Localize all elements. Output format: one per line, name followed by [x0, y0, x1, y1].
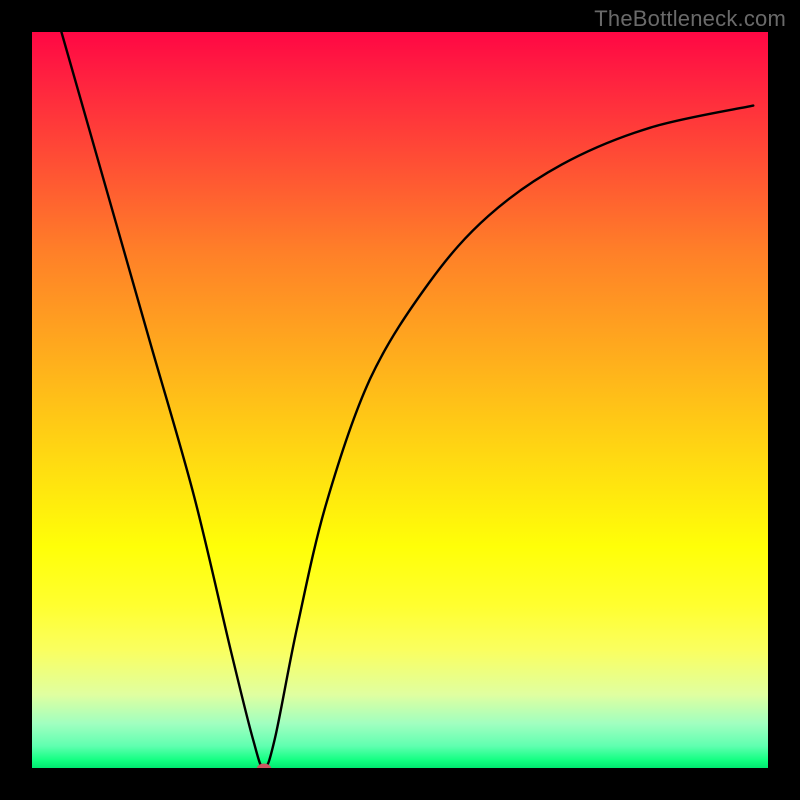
chart-frame: TheBottleneck.com	[0, 0, 800, 800]
plot-area	[32, 32, 768, 768]
bottleneck-curve	[32, 32, 768, 768]
minimum-marker	[257, 764, 271, 769]
watermark-text: TheBottleneck.com	[594, 6, 786, 32]
